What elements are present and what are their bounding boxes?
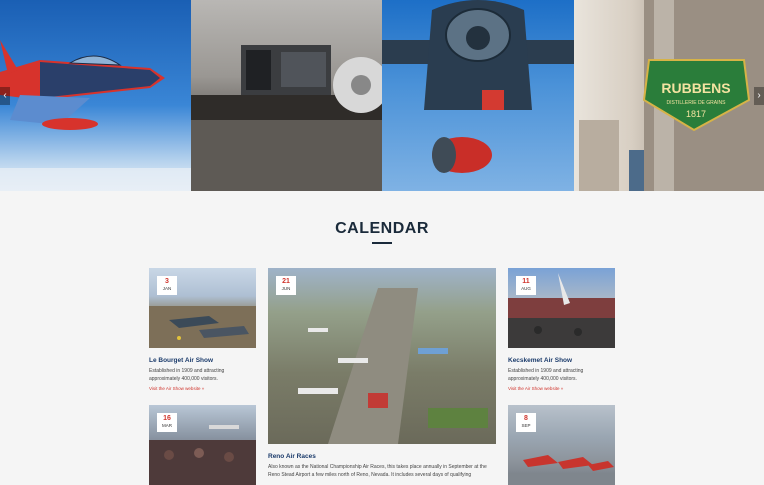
slide-military-aircraft[interactable] bbox=[382, 0, 574, 191]
event-card-march[interactable]: 16 MAR bbox=[149, 405, 256, 485]
event-date-badge: 16 MAR bbox=[157, 413, 177, 432]
svg-text:DISTILLERIE DE GRAINS: DISTILLERIE DE GRAINS bbox=[667, 100, 727, 106]
event-website-link[interactable]: Visit the Air Show website » bbox=[149, 386, 256, 391]
slide-hangar-crowd[interactable] bbox=[191, 0, 382, 191]
event-date-badge: 11 AUG bbox=[516, 276, 536, 295]
svg-text:1817: 1817 bbox=[686, 109, 706, 119]
event-thumbnail[interactable]: 16 MAR bbox=[149, 405, 256, 485]
event-month: AUG bbox=[521, 286, 531, 291]
event-date-badge: 8 SEP bbox=[516, 413, 536, 432]
event-thumbnail[interactable]: 3 JAN bbox=[149, 268, 256, 348]
event-day: 3 bbox=[165, 278, 169, 285]
event-day: 16 bbox=[163, 415, 171, 422]
calendar-title-underline bbox=[372, 242, 392, 244]
event-month: JAN bbox=[162, 286, 172, 291]
event-title[interactable]: Kecskemet Air Show bbox=[508, 357, 615, 364]
event-website-link[interactable]: Visit the Air Show website » bbox=[508, 386, 615, 391]
event-thumbnail[interactable]: 11 AUG bbox=[508, 268, 615, 348]
event-card-le-bourget[interactable]: 3 JAN Le Bourget Air Show Established in… bbox=[149, 268, 256, 391]
event-card-september[interactable]: 8 SEP bbox=[508, 405, 615, 485]
event-day: 11 bbox=[522, 278, 530, 285]
calendar-title: CALENDAR bbox=[335, 220, 429, 237]
slide-rubbens-sponsor[interactable]: RUBBENS DISTILLERIE DE GRAINS 1817 › bbox=[574, 0, 764, 191]
event-description: Also known as the National Championship … bbox=[268, 464, 487, 478]
event-card-reno[interactable]: 21 JUN Reno Air Races Also known as the … bbox=[268, 268, 496, 479]
event-month: JUN bbox=[281, 286, 291, 291]
event-month: MAR bbox=[162, 423, 172, 428]
event-card-kecskemet[interactable]: 11 AUG Kecskemet Air Show Established in… bbox=[508, 268, 615, 391]
slider-next-button[interactable]: › bbox=[754, 87, 764, 105]
event-thumbnail[interactable]: 21 JUN bbox=[268, 268, 496, 444]
event-day: 21 bbox=[282, 278, 290, 285]
event-day: 8 bbox=[524, 415, 528, 422]
aircraft-illustration bbox=[382, 0, 574, 173]
hero-slider: ‹ RUBBENS DISTILLERIE DE GRAINS 1817 › bbox=[0, 0, 764, 191]
event-description: Established in 1909 and attracting appro… bbox=[149, 368, 225, 382]
event-date-badge: 21 JUN bbox=[276, 276, 296, 295]
svg-text:RUBBENS: RUBBENS bbox=[661, 80, 730, 96]
event-title[interactable]: Le Bourget Air Show bbox=[149, 357, 256, 364]
rubbens-illustration: RUBBENS DISTILLERIE DE GRAINS 1817 bbox=[579, 0, 764, 191]
hangar-illustration bbox=[191, 45, 382, 191]
event-thumbnail[interactable]: 8 SEP bbox=[508, 405, 615, 485]
air-race-photo bbox=[298, 288, 488, 444]
event-date-badge: 3 JAN bbox=[157, 276, 177, 295]
event-title[interactable]: Reno Air Races bbox=[268, 453, 496, 460]
slider-prev-button[interactable]: ‹ bbox=[0, 87, 10, 105]
event-month: SEP bbox=[521, 423, 531, 428]
slide-aerobatic-jet[interactable]: ‹ bbox=[0, 0, 191, 191]
event-description: Established in 1909 and attracting appro… bbox=[508, 368, 584, 382]
jet-illustration bbox=[0, 40, 191, 191]
